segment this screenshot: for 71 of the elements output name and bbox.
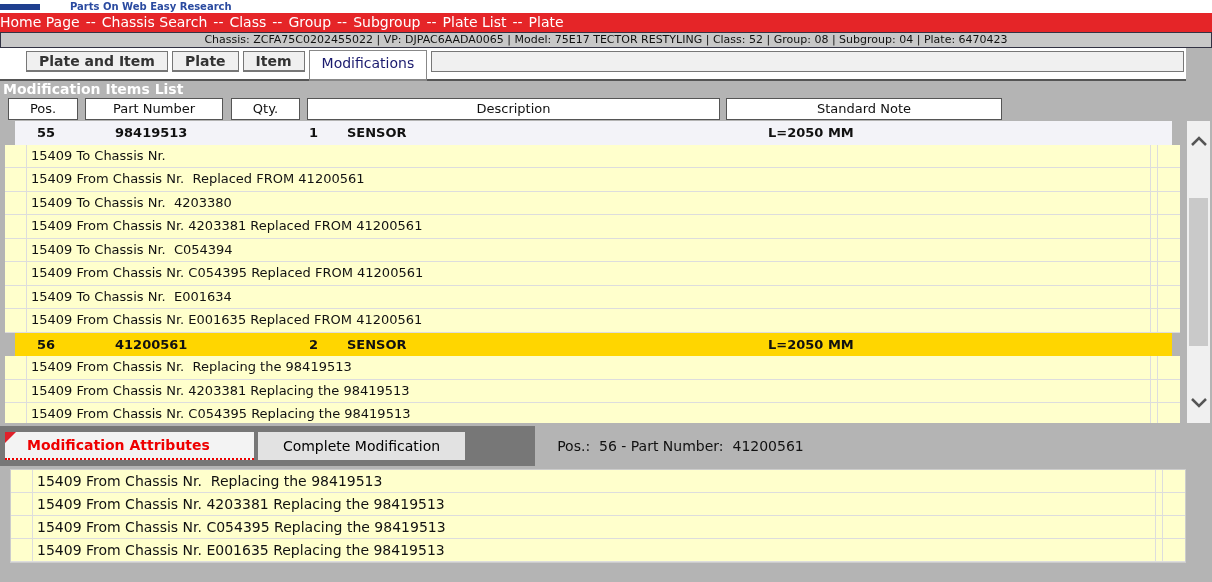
section-title: Modification Items List (2, 81, 185, 98)
breadcrumb-link[interactable]: Chassis Search (101, 12, 208, 33)
item-row[interactable]: 56 41200561 2 SENSOR L=2050 MM (15, 332, 1172, 356)
column-header[interactable]: Part Number (85, 98, 223, 120)
breadcrumb-link[interactable]: Home Page (0, 12, 80, 33)
breadcrumb-separator: -- (213, 13, 224, 32)
modification-text: 15409 From Chassis Nr. 4203381 Replacing the 98419513 (30, 381, 411, 400)
modification-text: 15409 From Chassis Nr. C054395 Replacing the 98419513 (30, 405, 412, 423)
attribute-text: 15409 From Chassis Nr. 4203381 Replacing the 98419513 (36, 495, 446, 514)
breadcrumb-separator: -- (337, 13, 348, 32)
modification-text: 15409 From Chassis Nr. Replaced FROM 41200561 (30, 170, 366, 188)
column-header[interactable]: Description (307, 98, 720, 120)
tab[interactable]: Modifications (308, 50, 428, 81)
column-header[interactable]: Standard Note (726, 98, 1002, 120)
modification-text: 15409 From Chassis Nr. 4203381 Replaced FROM 41200561 (30, 217, 424, 235)
modification-row[interactable]: 15409 From Chassis Nr. 4203381 Replacing the 98419513 (5, 379, 1180, 403)
scroll-down-icon[interactable] (1189, 397, 1208, 409)
table-cell-text: 55 (37, 124, 57, 142)
tab[interactable]: Item (242, 51, 305, 72)
breadcrumb-link[interactable]: Plate (528, 12, 564, 33)
table-cell-text: L=2050 MM (768, 124, 855, 142)
logo-mark (0, 3, 40, 10)
breadcrumb-separator: -- (426, 13, 437, 32)
attribute-text: 15409 From Chassis Nr. Replacing the 98419513 (36, 472, 384, 491)
breadcrumb-separator: -- (512, 13, 523, 32)
logo-tagline: Parts On Web Easy Research (70, 0, 232, 13)
modification-row[interactable]: 15409 From Chassis Nr. C054395 Replaced FROM 41200561 (5, 262, 1180, 286)
modification-row[interactable]: 15409 From Chassis Nr. C054395 Replacing the 98419513 (5, 403, 1180, 423)
breadcrumb-link[interactable]: Subgroup (353, 12, 421, 33)
scroll-thumb[interactable] (1189, 198, 1208, 346)
modification-text: 15409 To Chassis Nr. (30, 146, 167, 165)
attribute-text: 15409 From Chassis Nr. C054395 Replacing the 98419513 (36, 518, 447, 537)
modification-row[interactable]: 15409 To Chassis Nr. (5, 144, 1180, 168)
modification-row[interactable]: 15409 From Chassis Nr. Replacing the 98419513 (5, 356, 1180, 380)
table-cell-text: L=2050 MM (768, 335, 855, 354)
selection-info: Pos.: 56 - Part Number: 41200561 (557, 436, 804, 456)
table-cell-text: SENSOR (347, 124, 408, 142)
modification-text: 15409 To Chassis Nr. C054394 (30, 240, 234, 259)
modification-row[interactable]: 15409 From Chassis Nr. 4203381 Replaced FROM 41200561 (5, 215, 1180, 239)
breadcrumb-link[interactable]: Class (229, 12, 267, 33)
tab[interactable]: Plate (171, 51, 239, 72)
modification-text: 15409 To Chassis Nr. 4203380 (30, 193, 233, 212)
modification-text: 15409 From Chassis Nr. E001635 Replaced FROM 41200561 (30, 311, 424, 329)
column-header[interactable]: Pos. (8, 98, 78, 120)
table-cell-text: 41200561 (115, 335, 189, 354)
modification-row[interactable]: 15409 To Chassis Nr. E001634 (5, 285, 1180, 309)
table-cell-text: SENSOR (347, 335, 408, 354)
table-cell-text: 56 (37, 335, 57, 354)
tab[interactable]: Plate and Item (26, 51, 168, 72)
info-bar: Chassis: ZCFA75C0202455022 | VP: DJPAC6AADA0065 | Model: 75E17 TECTOR RESTYLING | Class: 52 | Group: 08 | Subgroup: 04 | Plate: 6470423 (0, 32, 1212, 48)
modification-row[interactable]: 15409 To Chassis Nr. 4203380 (5, 191, 1180, 215)
tab[interactable]: Complete Modification (257, 432, 466, 460)
breadcrumb-link[interactable]: Plate List (442, 12, 507, 33)
scroll-up-icon[interactable] (1189, 135, 1208, 147)
modification-row[interactable]: 15409 From Chassis Nr. E001635 Replaced FROM 41200561 (5, 309, 1180, 333)
vertical-scrollbar[interactable] (1187, 121, 1210, 423)
breadcrumb-separator: -- (85, 13, 96, 32)
modification-text: 15409 From Chassis Nr. C054395 Replaced FROM 41200561 (30, 264, 425, 282)
attribute-text: 15409 From Chassis Nr. E001635 Replacing the 98419513 (36, 541, 446, 560)
breadcrumb-separator: -- (272, 13, 283, 32)
breadcrumb-link[interactable]: Group (288, 12, 332, 33)
item-row[interactable]: 55 98419513 1 SENSOR L=2050 MM (15, 121, 1172, 145)
column-header[interactable]: Qty. (231, 98, 300, 120)
table-cell-text: 1 (309, 124, 320, 142)
table-cell-text: 98419513 (115, 124, 189, 142)
table-cell-text: 2 (309, 335, 320, 354)
modification-text: 15409 To Chassis Nr. E001634 (30, 287, 233, 306)
modification-row[interactable]: 15409 From Chassis Nr. Replaced FROM 41200561 (5, 168, 1180, 192)
modification-text: 15409 From Chassis Nr. Replacing the 98419513 (30, 358, 353, 376)
tab[interactable]: Modification Attributes (5, 432, 254, 460)
modification-row[interactable]: 15409 To Chassis Nr. C054394 (5, 238, 1180, 262)
